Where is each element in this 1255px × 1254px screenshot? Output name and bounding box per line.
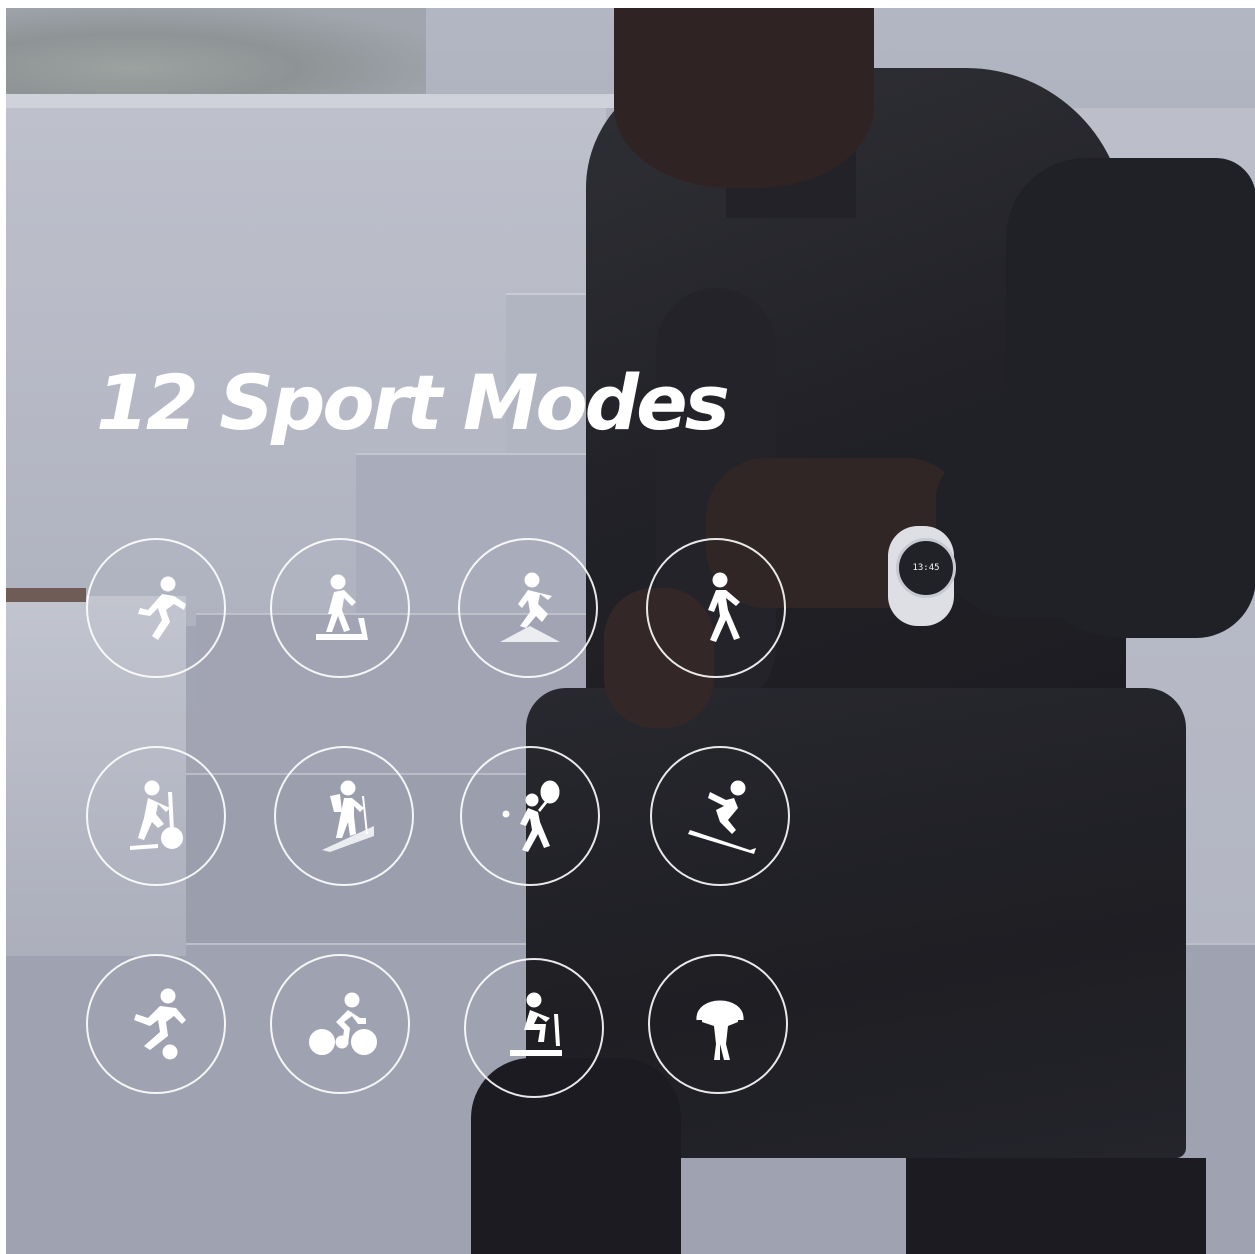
skiing-icon (688, 780, 756, 854)
elliptical-trainer-icon (130, 780, 183, 850)
product-image: 13:45 12 Sport Modes (6, 8, 1255, 1254)
treadmill-icon (316, 574, 368, 640)
headline: 12 Sport Modes (96, 358, 730, 447)
soccer-icon (134, 988, 186, 1060)
trail-running-icon (500, 572, 560, 642)
sport-mode-tennis (460, 746, 600, 886)
sport-mode-cycling (270, 954, 410, 1094)
indoor-cycling-icon (510, 992, 562, 1056)
sport-mode-walking (646, 538, 786, 678)
walking-icon (708, 572, 740, 642)
climbing-icon (322, 780, 374, 852)
outdoor-running-icon (138, 576, 186, 640)
tennis-icon (502, 780, 560, 852)
cycling-icon (309, 992, 377, 1055)
sport-mode-running (86, 538, 226, 678)
sport-mode-climbing (274, 746, 414, 886)
sport-mode-jump-rope (648, 954, 788, 1094)
jump-rope-icon (696, 1000, 744, 1060)
sport-mode-soccer (86, 954, 226, 1094)
sport-mode-skiing (650, 746, 790, 886)
sport-mode-indoor-cycling (464, 958, 604, 1098)
sport-mode-elliptical (86, 746, 226, 886)
sport-mode-treadmill (270, 538, 410, 678)
sport-mode-trail-running (458, 538, 598, 678)
